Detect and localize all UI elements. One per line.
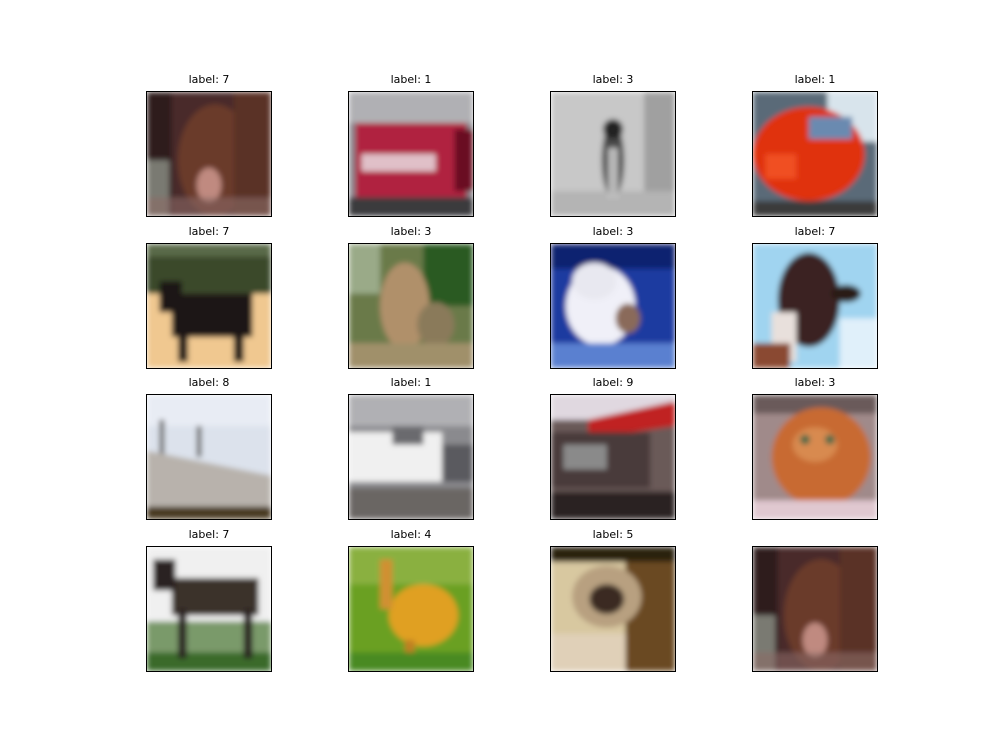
image-panel-ship-side [146, 394, 272, 520]
image-panel-yellow-deer [348, 546, 474, 672]
panel-title: label: 1 [794, 73, 836, 86]
panel-title: label: 7 [188, 225, 230, 238]
image-panel-horse-closeup [146, 91, 272, 217]
panel-title: label: 9 [592, 376, 634, 389]
panel-title: label: 3 [592, 225, 634, 238]
image-panel-white-cat-blue [550, 243, 676, 369]
image-panel-white-truck [348, 394, 474, 520]
image-panel-horse-closeup [752, 546, 878, 672]
panel-title: label: 1 [390, 376, 432, 389]
panel-title: label: 3 [390, 225, 432, 238]
panel-title: label: 1 [390, 73, 432, 86]
image-panel-grey-cat [550, 91, 676, 217]
image-panel-red-car-front [348, 91, 474, 217]
image-panel-dark-horse-sand [146, 243, 272, 369]
panel-title: label: 7 [188, 528, 230, 541]
image-panel-orange-cat-face [752, 394, 878, 520]
image-panel-horse-head-sky [752, 243, 878, 369]
image-panel-tabby-cat-garden [348, 243, 474, 369]
panel-title: label: 7 [188, 73, 230, 86]
panel-title: label: 3 [794, 376, 836, 389]
panel-title: label: 4 [390, 528, 432, 541]
image-panel-horse-grass [146, 546, 272, 672]
image-panel-dark-truck [550, 394, 676, 520]
panel-title: label: 7 [794, 225, 836, 238]
image-panel-pug-dog [550, 546, 676, 672]
image-grid: label: 7 label: 1 label: 3 label: 1 labe… [0, 0, 1000, 756]
panel-title: label: 3 [592, 73, 634, 86]
image-panel-orange-sports-car [752, 91, 878, 217]
panel-title: label: 8 [188, 376, 230, 389]
panel-title: label: 5 [592, 528, 634, 541]
